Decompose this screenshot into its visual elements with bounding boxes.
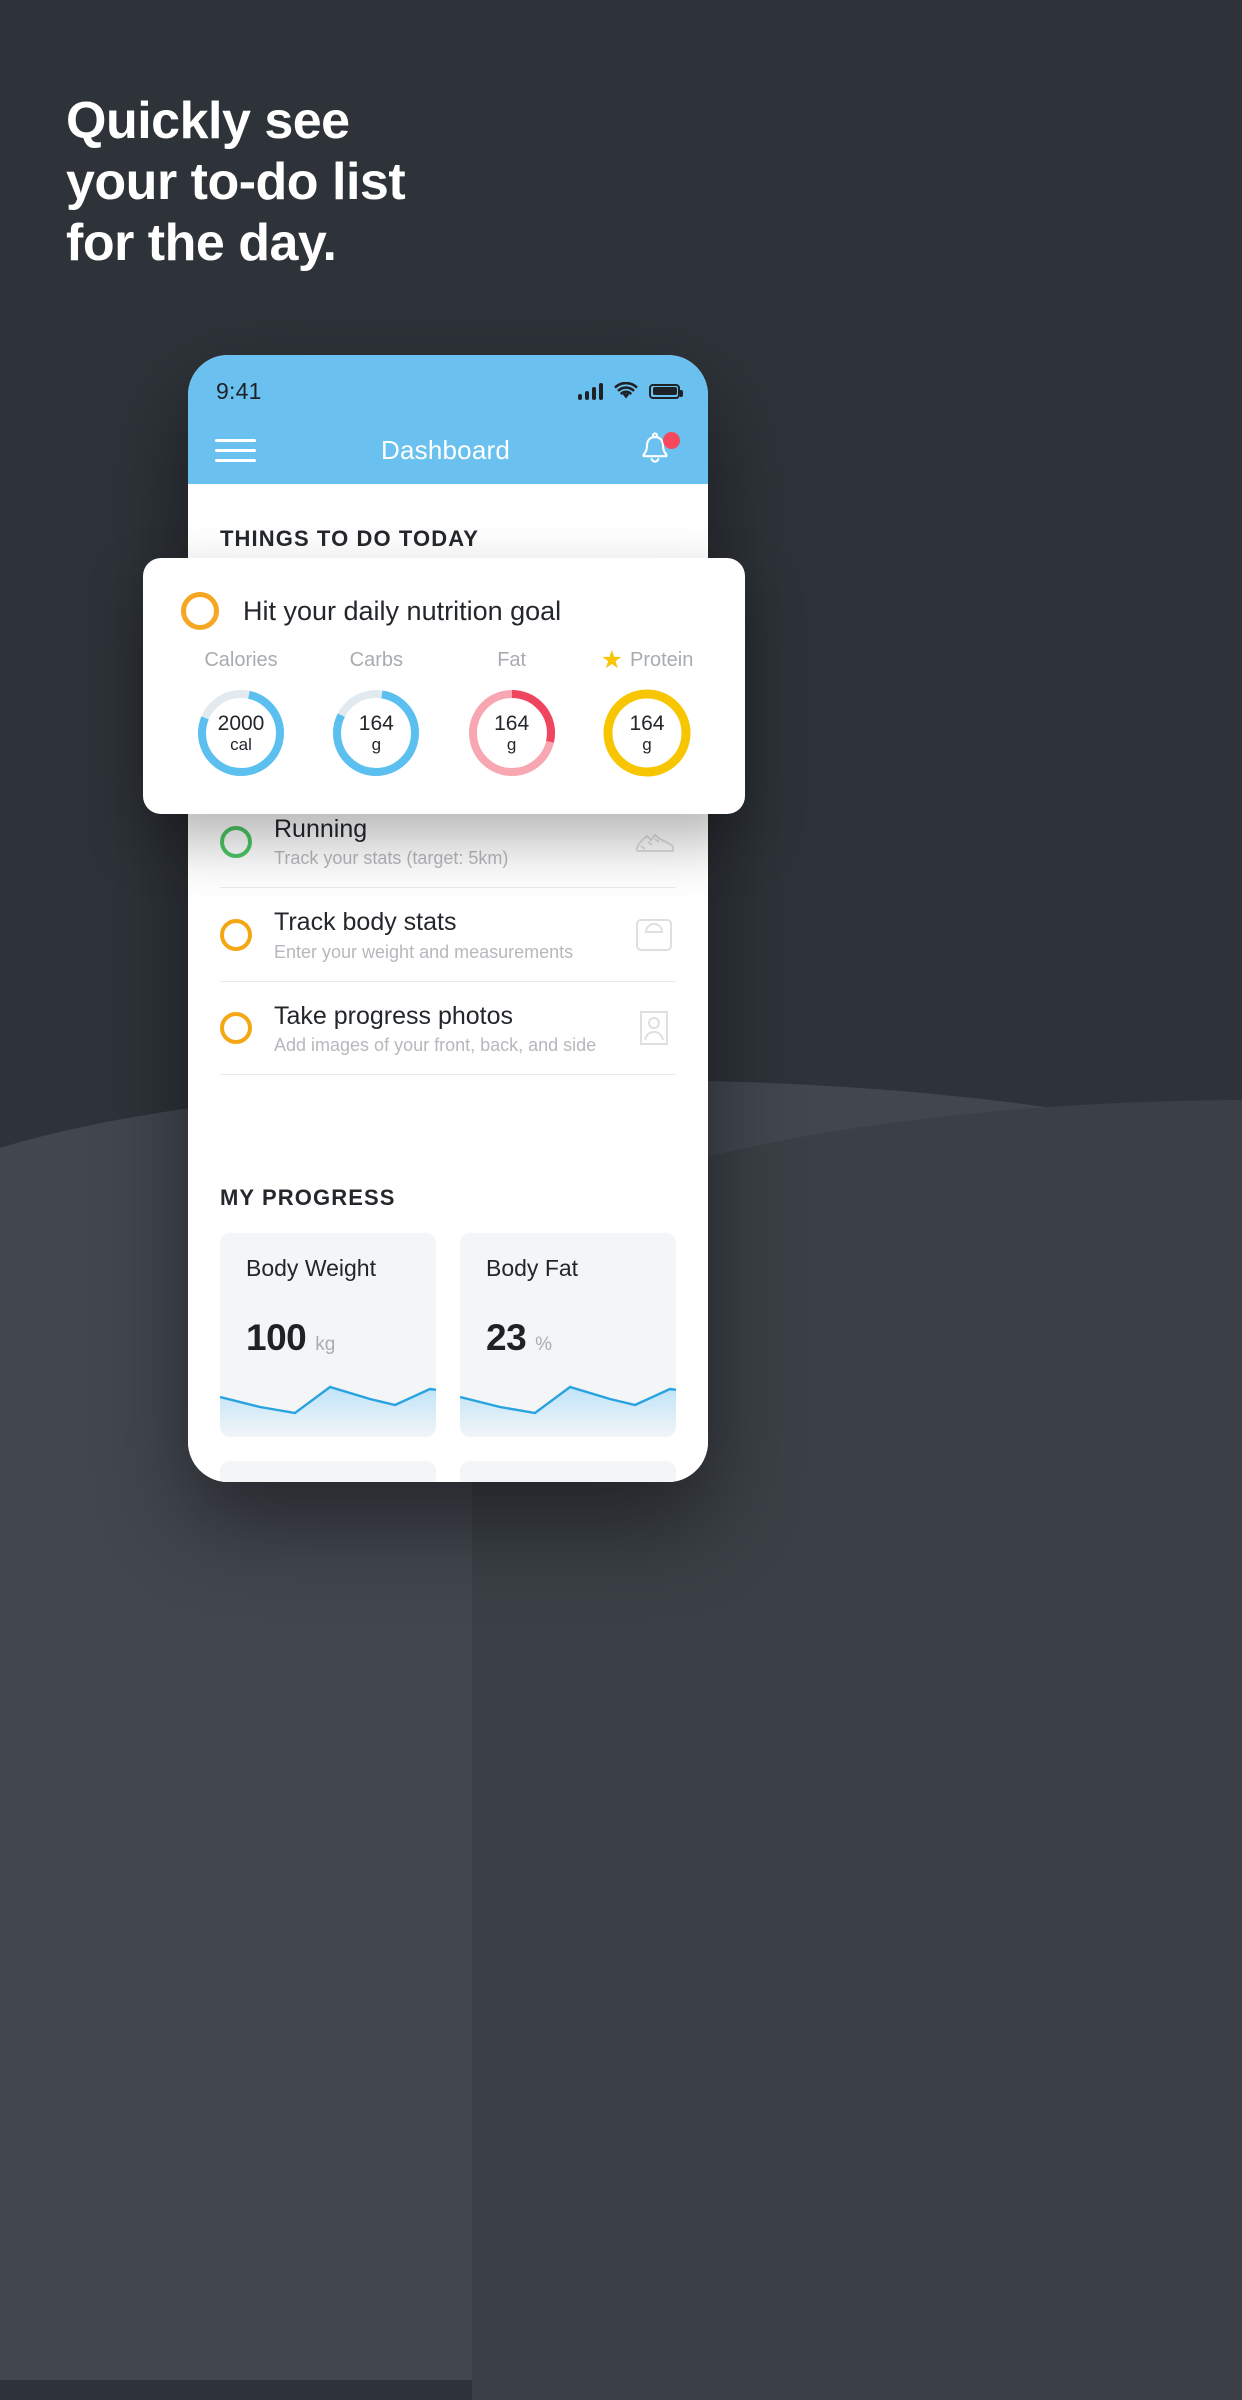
macro-value: 164 [629,711,665,735]
macro-fat[interactable]: Fat 164 g [452,646,572,781]
macro-label-row: ★ Protein [601,646,694,674]
phone-mockup: 9:41 Dashboard THINGS TO DO TODAY Runnin… [188,355,708,1482]
todo-item-text: Track body stats Enter your weight and m… [274,907,610,962]
macro-donut-text: 2000 cal [193,685,289,781]
macro-value: 164 [494,711,530,735]
status-bar: 9:41 [188,355,708,417]
progress-card-label: Body Fat [486,1254,579,1281]
macro-unit: cal [230,735,252,755]
progress-card-row-next [188,1437,708,1482]
macro-donut-calories: 2000 cal [193,685,289,781]
nutrition-goal-card[interactable]: Hit your daily nutrition goal Calories 2… [143,558,745,814]
todo-item-text: Running Track your stats (target: 5km) [274,814,610,869]
macro-label-row: Fat [497,646,526,674]
star-icon: ★ [600,645,623,674]
progress-card-value-group: 23 % [486,1317,552,1359]
wifi-icon [614,382,638,399]
progress-card-unit: % [535,1333,553,1355]
checkbox-ring-icon[interactable] [220,825,252,858]
macro-label: Calories [204,648,278,671]
page-title: Dashboard [381,435,510,465]
todo-item-track-body-stats[interactable]: Track body stats Enter your weight and m… [220,888,676,982]
weight-scale-icon [636,918,672,951]
promo-headline-line-1: Quickly see [66,92,350,150]
promo-headline-line-2: your to-do list [66,153,406,211]
macro-donut-text: 164 g [464,685,560,781]
todo-item-subtitle: Track your stats (target: 5km) [274,848,509,869]
macro-value: 2000 [217,711,265,735]
todo-item-title: Take progress photos [274,1001,514,1030]
sparkline-chart [220,1385,436,1437]
progress-card-partial[interactable] [220,1460,436,1482]
todo-item-title: Running [274,815,368,843]
macro-donut-carbs: 164 g [328,685,424,781]
macro-donut-fat: 164 g [464,685,560,781]
progress-card-row: Body Weight 100 kg Body Fat 23 % [188,1211,708,1437]
macro-ring-row: Calories 2000 cal Carbs 164 g Fat 164 g … [143,630,745,781]
macro-donut-text: 164 g [328,685,424,781]
checkbox-ring-icon[interactable] [220,918,252,951]
macro-unit: g [371,735,382,755]
person-photo-icon [640,1011,668,1046]
progress-card-body-fat[interactable]: Body Fat 23 % [460,1232,676,1437]
macro-donut-text: 164 g [599,685,695,781]
macro-label: Fat [497,648,527,671]
checkbox-ring-icon[interactable] [181,592,219,630]
todo-item-subtitle: Add images of your front, back, and side [274,1034,597,1055]
todo-item-title: Track body stats [274,908,457,937]
macro-unit: g [506,735,517,755]
macro-label-row: Calories [204,646,277,674]
macro-carbs[interactable]: Carbs 164 g [316,646,436,781]
todo-item-text: Take progress photos Add images of your … [274,1001,610,1056]
macro-donut-protein: 164 g [599,685,695,781]
macro-label: Protein [630,648,694,671]
macro-label: Carbs [349,648,403,671]
status-bar-icons [578,382,683,400]
hamburger-menu-icon[interactable] [215,432,256,469]
todo-item-subtitle: Enter your weight and measurements [274,941,574,962]
macro-protein[interactable]: ★ Protein 164 g [587,646,707,781]
sparkline-chart [460,1385,676,1437]
progress-card-label: Body Weight [246,1254,376,1281]
macro-calories[interactable]: Calories 2000 cal [181,646,301,781]
progress-card-value-group: 100 kg [246,1317,335,1359]
progress-card-value: 100 [246,1316,307,1358]
checkbox-ring-icon[interactable] [220,1012,252,1045]
app-bar: Dashboard [188,417,708,484]
nutrition-card-header: Hit your daily nutrition goal [143,592,745,630]
status-bar-clock: 9:41 [216,377,262,404]
section-heading-todo: THINGS TO DO TODAY [220,526,479,551]
notification-bell-button[interactable] [635,429,681,473]
section-heading-progress: MY PROGRESS [220,1184,396,1210]
progress-card-value: 23 [486,1316,527,1358]
promo-headline-line-3: for the day. [66,214,337,272]
todo-list: Running Track your stats (target: 5km) T… [188,794,708,1075]
todo-item-take-progress-photos[interactable]: Take progress photos Add images of your … [220,982,676,1075]
progress-card-unit: kg [315,1333,336,1355]
macro-unit: g [642,735,652,755]
nutrition-card-title: Hit your daily nutrition goal [243,595,562,626]
promo-headline: Quickly see your to-do list for the day. [66,92,406,278]
notification-badge-dot [663,431,680,449]
battery-full-icon [649,383,683,399]
progress-card-partial[interactable] [460,1460,676,1482]
macro-label-row: Carbs [350,646,403,674]
progress-card-body-weight[interactable]: Body Weight 100 kg [220,1232,436,1437]
running-shoe-icon [635,833,674,852]
macro-value: 164 [358,711,394,735]
signal-bars-icon [578,382,603,400]
